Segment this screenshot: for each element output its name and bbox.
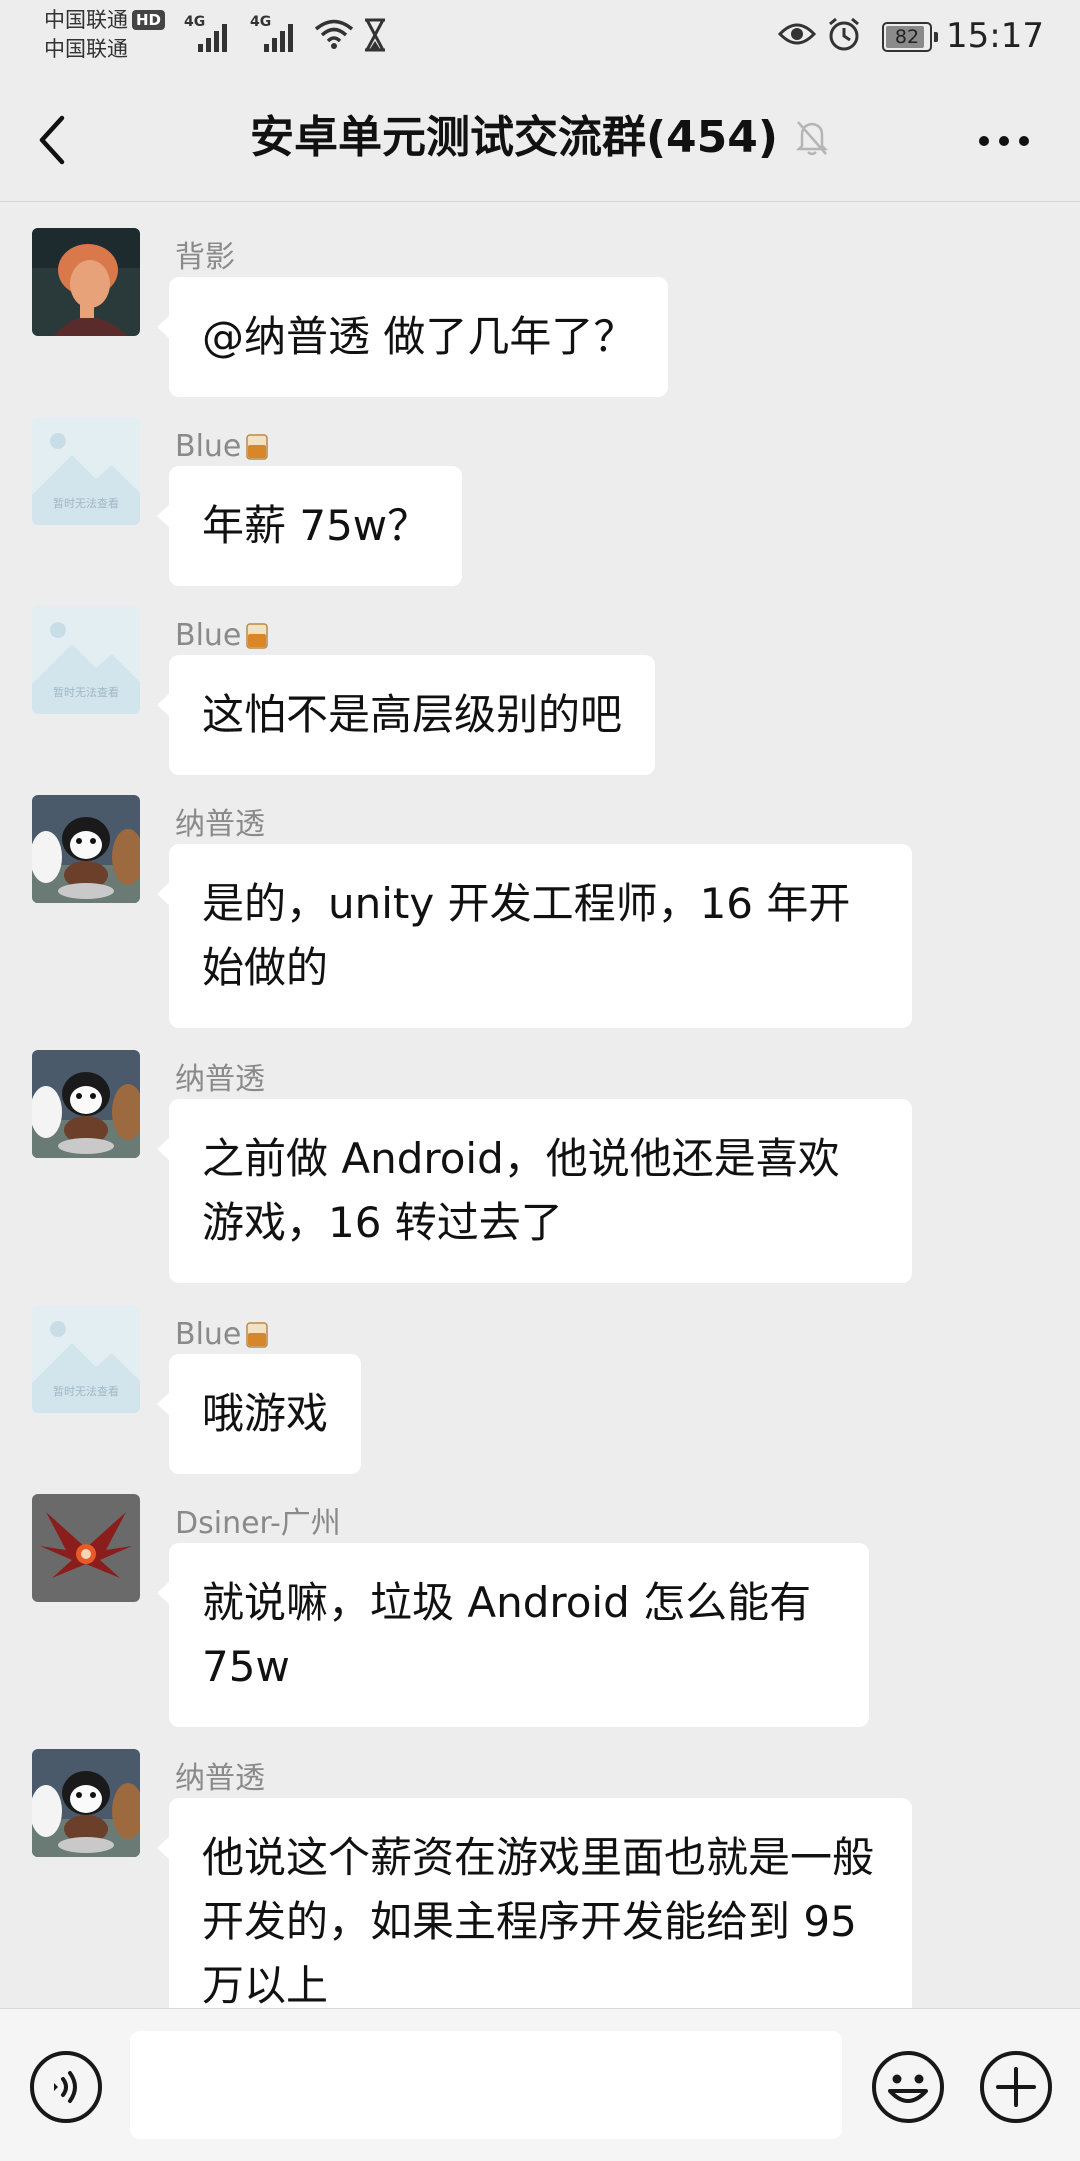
sender-name: 背影 xyxy=(175,240,235,275)
sender-name: 纳普透 xyxy=(175,1761,265,1796)
sender-name-text: Blue xyxy=(175,429,242,464)
message-bubble[interactable]: 哦游戏 xyxy=(156,1354,362,1474)
sender-name: Dsiner-广州 xyxy=(175,1506,341,1541)
sender-name: Blue xyxy=(175,618,271,654)
sender-name: Blue xyxy=(175,1317,271,1353)
voice-icon[interactable] xyxy=(28,2049,104,2125)
avatar[interactable]: 暂时无法查看 xyxy=(32,1305,140,1413)
eye-icon xyxy=(778,23,816,45)
message-bubble[interactable]: @纳普透 做了几年了？ xyxy=(156,277,669,397)
message-bubble[interactable]: 之前做 Android，他说他还是喜欢游戏，16 转过去了 xyxy=(157,1099,912,1283)
alarm-icon xyxy=(829,17,859,51)
message-list[interactable]: 背影 @纳普透 做了几年了？ 暂时无法查看 Blue 年薪 75w？ 暂时无法查… xyxy=(0,202,1080,2008)
carrier-1-name: 中国联通 xyxy=(44,8,128,32)
avatar[interactable] xyxy=(32,1494,140,1602)
image-placeholder-icon: 暂时无法查看 xyxy=(32,1305,140,1413)
avatar[interactable] xyxy=(32,1749,140,1857)
avatar[interactable]: 暂时无法查看 xyxy=(32,417,140,525)
avatar[interactable]: 暂时无法查看 xyxy=(32,606,140,714)
avatar[interactable] xyxy=(32,795,140,903)
hd-badge: HD xyxy=(132,10,166,30)
emoji-icon[interactable] xyxy=(870,2049,946,2125)
message-bubble[interactable]: 年薪 75w？ xyxy=(156,466,463,586)
battery-level: 82 xyxy=(894,26,920,48)
sender-name-text: Blue xyxy=(175,1317,242,1352)
sender-name: 纳普透 xyxy=(175,1062,265,1097)
plus-icon[interactable] xyxy=(978,2049,1054,2125)
whiskey-glass-icon xyxy=(246,1322,269,1348)
input-bar xyxy=(0,2008,1080,2161)
group-name: 安卓单元测试交流群(454) xyxy=(249,112,779,163)
bell-off-icon xyxy=(796,121,829,156)
placeholder-text: 暂时无法查看 xyxy=(53,685,119,699)
sender-name-text: Blue xyxy=(175,618,242,653)
chat-header: 安卓单元测试交流群(454) xyxy=(0,78,1080,202)
sender-name: 纳普透 xyxy=(175,807,265,842)
page-title: 安卓单元测试交流群(454) xyxy=(0,108,1080,168)
whiskey-glass-icon xyxy=(246,623,269,649)
hourglass-icon xyxy=(365,18,385,52)
message-input[interactable] xyxy=(130,2031,842,2139)
status-time: 15:17 xyxy=(946,16,1044,56)
whiskey-glass-icon xyxy=(246,434,269,460)
placeholder-text: 暂时无法查看 xyxy=(53,1384,119,1398)
message-bubble[interactable]: 就说嘛，垃圾 Android 怎么能有 75w xyxy=(157,1543,869,1727)
sender-name: Blue xyxy=(175,429,271,465)
message-bubble[interactable]: 是的，unity 开发工程师，16 年开始做的 xyxy=(157,844,912,1028)
carrier-2-name: 中国联通 xyxy=(44,37,128,61)
message-bubble[interactable]: 他说这个薪资在游戏里面也就是一般开发的，如果主程序开发能给到 95 万以上 xyxy=(157,1798,912,2008)
image-placeholder-icon: 暂时无法查看 xyxy=(32,606,140,714)
battery-icon: 82 xyxy=(882,22,938,52)
image-placeholder-icon: 暂时无法查看 xyxy=(32,417,140,525)
avatar[interactable] xyxy=(32,228,140,336)
carrier-info: 中国联通 HD 中国联通 xyxy=(44,6,166,64)
status-bar: 中国联通 HD 中国联通 4G 4G 82 15:17 xyxy=(0,0,1080,78)
message-bubble[interactable]: 这怕不是高层级别的吧 xyxy=(156,655,656,775)
placeholder-text: 暂时无法查看 xyxy=(53,496,119,510)
avatar[interactable] xyxy=(32,1050,140,1158)
wifi-icon xyxy=(314,19,354,49)
more-dots-icon[interactable] xyxy=(978,134,1030,148)
